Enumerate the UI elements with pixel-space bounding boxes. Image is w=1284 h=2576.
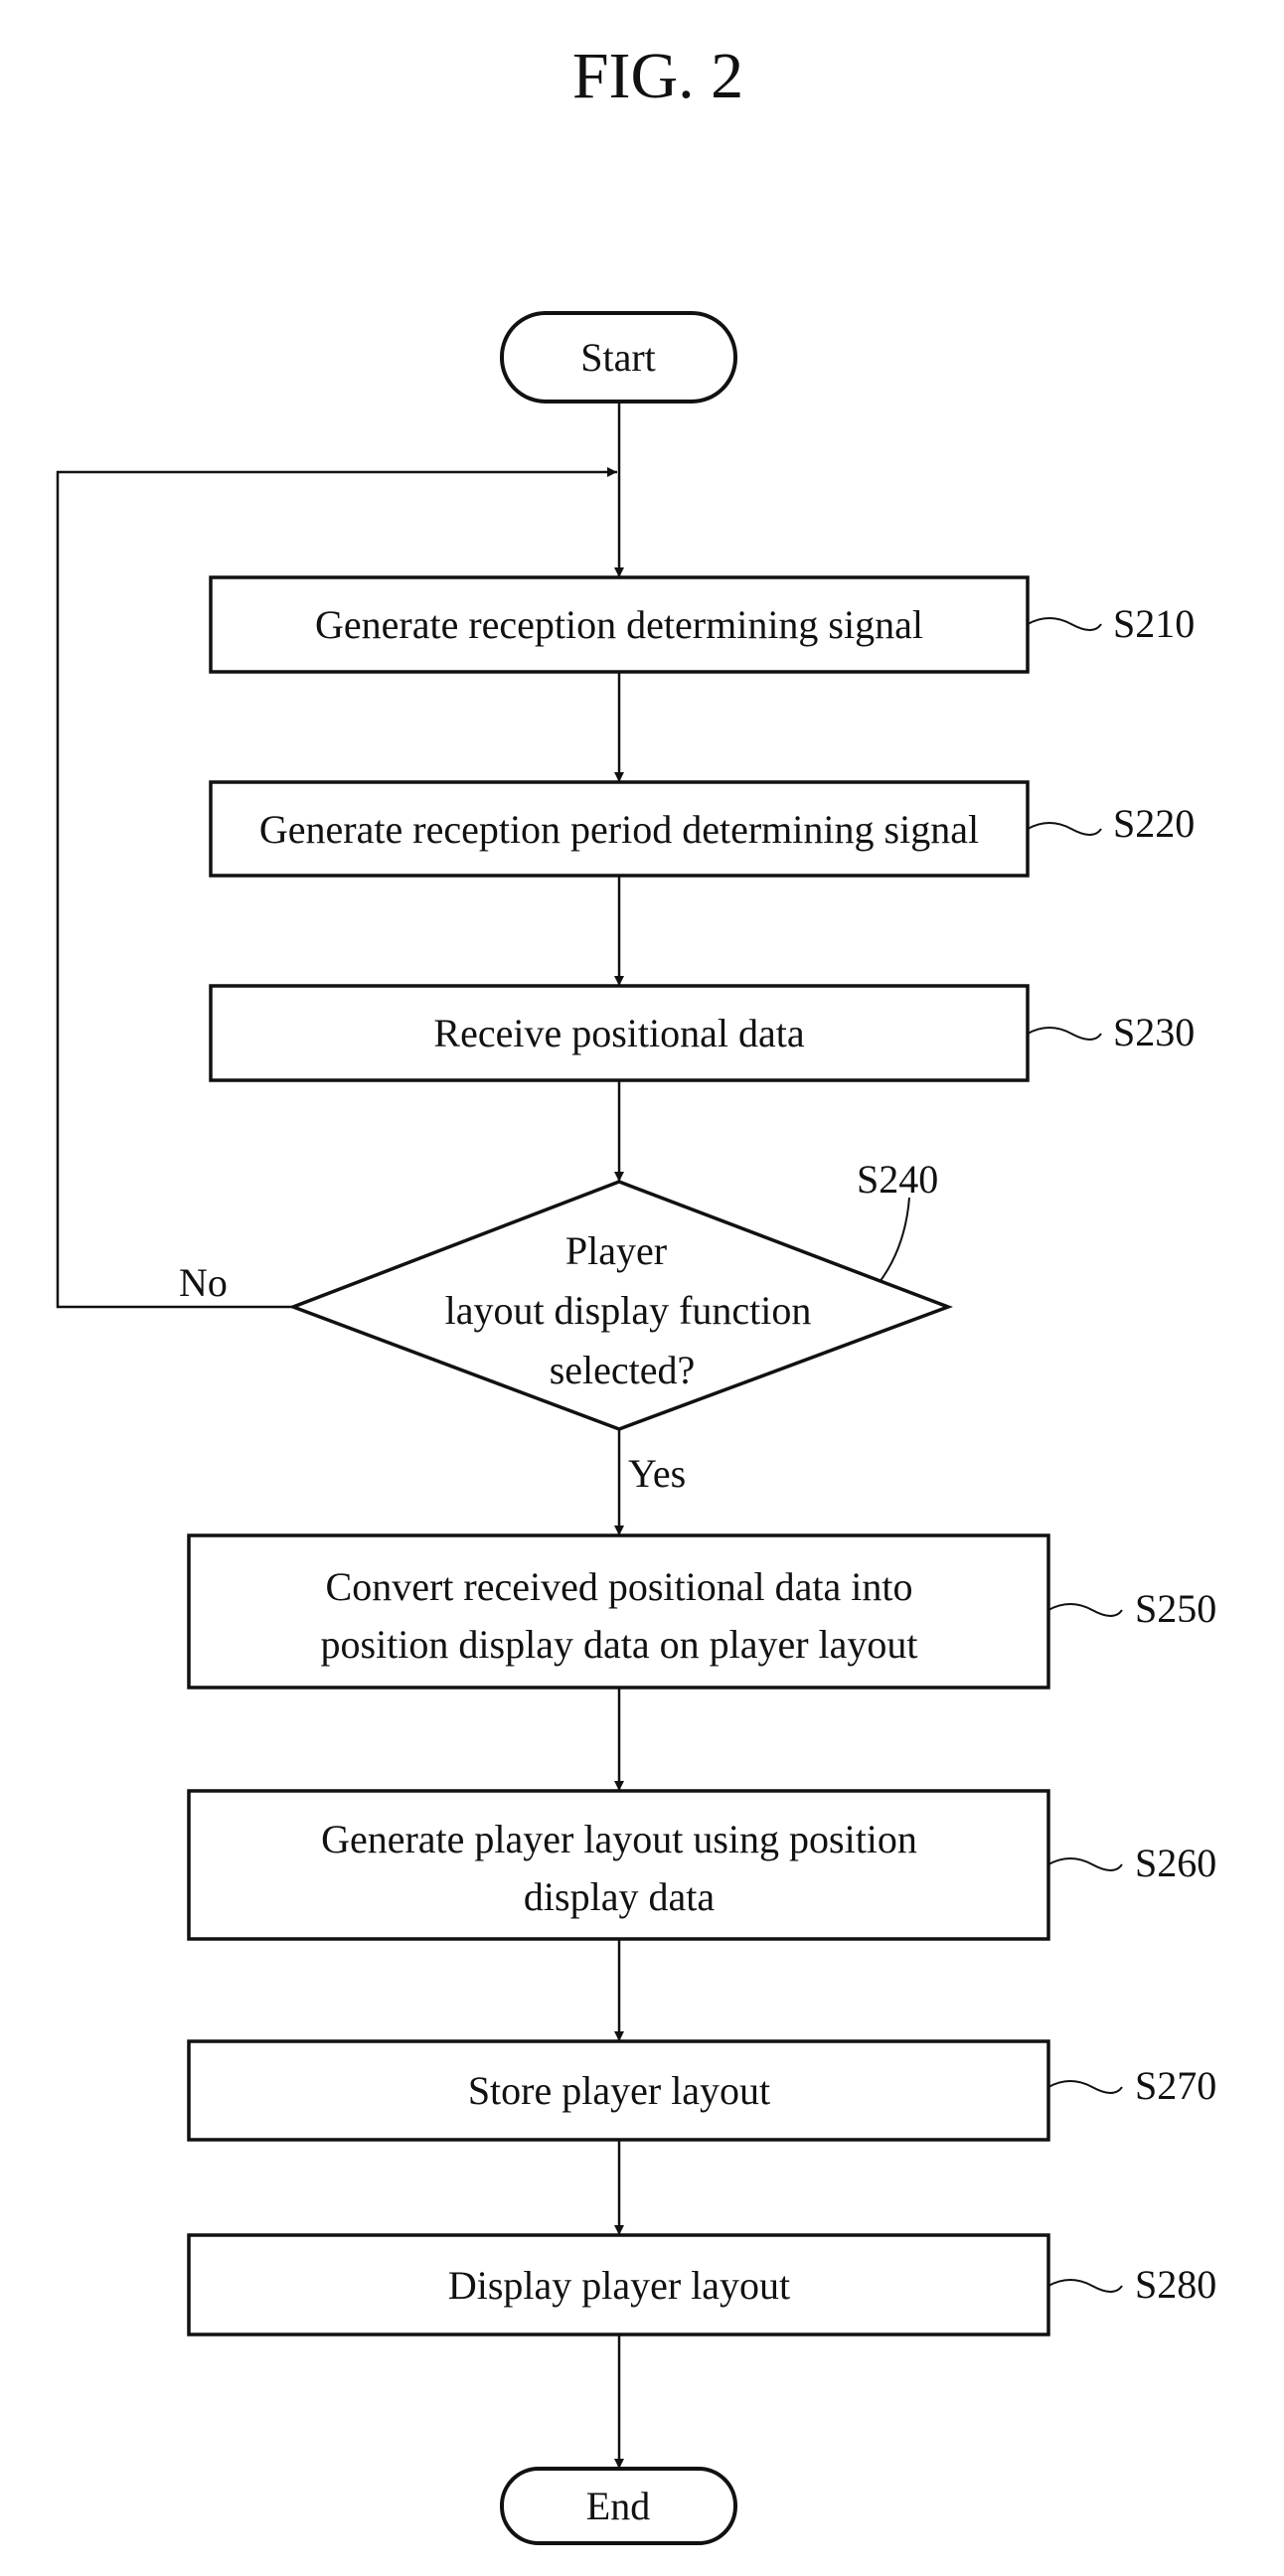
leader-s280 <box>1047 2279 1123 2293</box>
step-s250-line-1: Convert received positional data into <box>326 1564 913 1609</box>
step-s230-id: S230 <box>1113 1010 1195 1054</box>
start-terminal: Start <box>500 311 737 403</box>
decision-id: S240 <box>857 1157 938 1202</box>
step-s280: Display player layout S280 <box>187 2233 1216 2336</box>
step-s250-line-2: position display data on player layout <box>321 1622 918 1667</box>
end-label: End <box>586 2484 650 2528</box>
step-s260-line-1: Generate player layout using position <box>321 1817 917 1861</box>
end-terminal: End <box>500 2467 737 2545</box>
leader-s230 <box>1027 1027 1102 1041</box>
no-loop-line <box>56 467 617 1309</box>
step-s250: Convert received positional data into po… <box>187 1533 1216 1690</box>
step-s210-text: Generate reception determining signal <box>315 602 923 647</box>
step-s270: Store player layout S270 <box>187 2039 1216 2142</box>
step-s260: Generate player layout using position di… <box>187 1789 1216 1941</box>
leader-s240 <box>879 1197 910 1283</box>
start-label: Start <box>580 335 656 380</box>
step-s280-id: S280 <box>1135 2262 1216 2307</box>
step-s220-text: Generate reception period determining si… <box>259 807 979 852</box>
leader-s270 <box>1047 2080 1123 2094</box>
step-s210: Generate reception determining signal S2… <box>209 575 1195 674</box>
step-s250-id: S250 <box>1135 1586 1216 1631</box>
leader-s250 <box>1047 1603 1123 1617</box>
step-s260-line-2: display data <box>524 1874 715 1919</box>
step-s230: Receive positional data S230 <box>209 984 1195 1082</box>
step-s270-id: S270 <box>1135 2063 1216 2108</box>
leader-s210 <box>1027 617 1102 631</box>
no-label: No <box>179 1260 228 1305</box>
leader-s220 <box>1027 822 1102 836</box>
figure-title: FIG. 2 <box>572 40 743 112</box>
decision-s240: Player layout display function selected?… <box>179 1157 953 1496</box>
step-s220: Generate reception period determining si… <box>209 780 1195 878</box>
leader-s260 <box>1047 1857 1123 1871</box>
step-s220-id: S220 <box>1113 801 1195 846</box>
step-s230-text: Receive positional data <box>433 1011 804 1055</box>
step-s270-text: Store player layout <box>468 2068 770 2113</box>
step-s260-id: S260 <box>1135 1841 1216 1885</box>
yes-label: Yes <box>628 1451 686 1496</box>
step-s280-text: Display player layout <box>448 2263 790 2308</box>
flowchart: FIG. 2 Start Generate reception determin… <box>56 40 1216 2545</box>
step-s210-id: S210 <box>1113 601 1195 646</box>
connectors <box>56 402 624 2469</box>
decision-line-1: Player <box>565 1228 667 1273</box>
decision-line-3: selected? <box>550 1348 696 1392</box>
decision-line-2: layout display function <box>445 1288 812 1333</box>
